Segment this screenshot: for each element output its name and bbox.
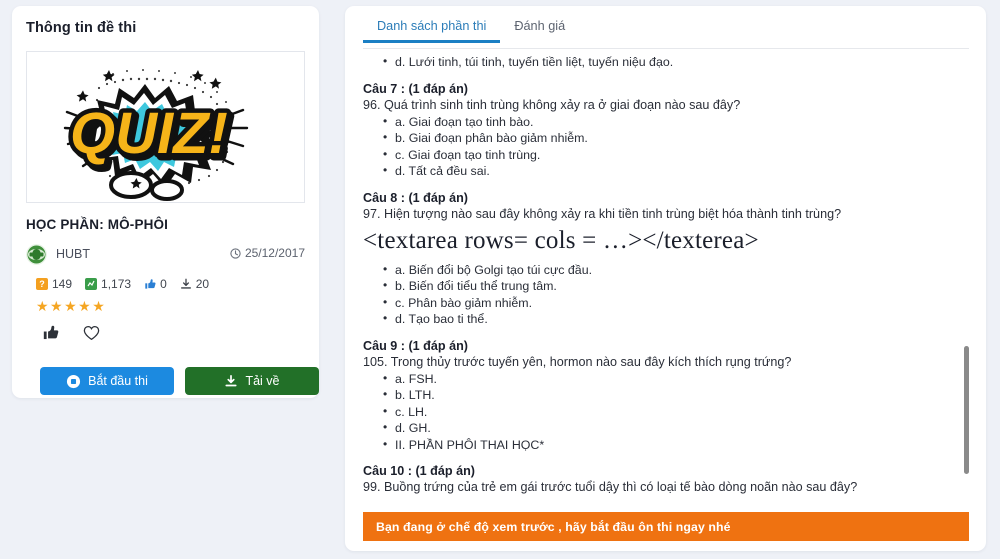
upload-date: 25/12/2017 [230,246,305,260]
stat-questions: ? 149 [36,277,72,291]
question-text: 105. Trong thủy trước tuyến yên, hormon … [363,354,792,369]
question-list: d. Lưới tinh, túi tinh, tuyến tiền liệt,… [363,54,969,509]
list-item: b. LTH. [383,386,969,404]
date-text: 25/12/2017 [244,246,305,260]
answer-list: a. Biến đổi bộ Golgi tạo túi cực đầu. b.… [363,261,969,328]
subject-title: HỌC PHẦN: MÔ-PHÔI [26,217,169,232]
list-item: b. Giai đoạn phân bào giảm nhiễm. [383,129,969,147]
document-badge-icon [85,278,98,290]
list-item: d. Lưới tinh, túi tinh, tuyến tiền liệt,… [383,54,969,71]
question-heading: Câu 7 : (1 đáp án) [363,81,468,96]
tab-danh-gia[interactable]: Đánh giá [500,16,579,43]
thumbs-up-icon [145,279,156,289]
download-icon [225,374,238,387]
stat-questions-value: 149 [52,277,73,291]
answer-list: d. Lưới tinh, túi tinh, tuyến tiền liệt,… [363,54,969,71]
rating-stars[interactable]: ★★★★★ [36,299,106,313]
page-title: Thông tin đề thi [26,20,137,36]
list-item: b. Biến đổi tiểu thể trung tâm. [383,277,969,295]
list-item: c. Phân bào giảm nhiễm. [383,294,969,312]
heart-icon[interactable] [83,325,100,341]
quiz-comic-graphic: QUIZ! QUIZ! QUIZ! [27,52,304,202]
question-heading: Câu 8 : (1 đáp án) [363,190,468,205]
exam-content-card: Danh sách phần thi Đánh giá d. Lưới tinh… [345,6,986,551]
list-item: a. Giai đoạn tạo tinh bào. [383,113,969,131]
stat-downloads-value: 20 [195,277,210,291]
stat-likes: 0 [144,277,167,291]
question-text: 96. Quá trình sinh tinh trùng không xảy … [363,97,741,112]
clock-icon [230,247,241,259]
thumbs-up-icon[interactable] [42,324,59,341]
hubt-logo-icon [26,244,47,265]
preview-mode-banner: Bạn đang ở chế độ xem trước , hãy bắt đầ… [363,512,969,541]
stat-likes-value: 0 [160,277,167,291]
question-text: 99. Buồng trứng của trẻ em gái trước tuổ… [363,480,858,494]
start-exam-label: Bắt đầu thi [88,374,148,388]
list-item: II. PHẦN PHÔI THAI HỌC* [383,436,969,454]
stat-downloads: 20 [180,277,209,291]
question-heading: Câu 9 : (1 đáp án) [363,338,468,353]
list-item: c. Giai đoạn tạo tinh trùng. [383,146,969,164]
raw-textarea-markup: <textarea rows= cols = …></texterea> [363,226,759,254]
list-item: d. GH. [383,419,969,437]
stats-row: ? 149 1,173 0 20 [36,277,215,291]
list-item: d. Tạo bao ti thể. [383,310,969,328]
author-name[interactable]: HUBT [56,247,90,261]
download-label: Tải về [245,374,280,388]
list-item: c. LH. [383,403,969,421]
list-item: a. Biến đổi bộ Golgi tạo túi cực đầu. [383,261,969,279]
play-circle-icon [67,374,81,388]
answer-list: a. Giai đoạn tạo tinh bào. b. Giai đoạn … [363,113,969,180]
question-badge-icon: ? [36,278,48,290]
scrollbar-thumb[interactable] [964,346,969,474]
preview-mode-text: Bạn đang ở chế độ xem trước , hãy bắt đầ… [376,519,731,534]
exam-info-card: Thông tin đề thi QUIZ! QUIZ! QUIZ! HỌC P… [12,6,319,398]
svg-text:QUIZ!: QUIZ! [70,101,228,166]
answer-list: a. FSH. b. LTH. c. LH. d. GH. II. PHẦN P… [363,370,969,454]
stat-documents-value: 1,173 [101,277,132,291]
list-item: d. Tất cả đều sai. [383,162,969,180]
tab-phan-thi[interactable]: Danh sách phần thi [363,16,501,43]
content-scrollbar[interactable] [962,54,971,509]
stat-documents: 1,173 [85,277,131,291]
list-item: a. FSH. [383,370,969,388]
action-buttons: Bắt đầu thi Tải về [40,367,319,395]
question-heading: Câu 10 : (1 đáp án) [363,464,475,478]
download-icon [180,278,191,289]
page-root: Thông tin đề thi QUIZ! QUIZ! QUIZ! HỌC P… [0,0,1000,559]
tab-bar: Danh sách phần thi Đánh giá [363,16,969,49]
question-text: 97. Hiện tượng nào sau đây không xảy ra … [363,206,842,221]
exam-thumbnail: QUIZ! QUIZ! QUIZ! [26,51,305,203]
reaction-row [42,324,100,341]
download-button[interactable]: Tải về [185,367,319,395]
start-exam-button[interactable]: Bắt đầu thi [40,367,174,395]
author-row: HUBT 25/12/2017 [26,244,305,266]
